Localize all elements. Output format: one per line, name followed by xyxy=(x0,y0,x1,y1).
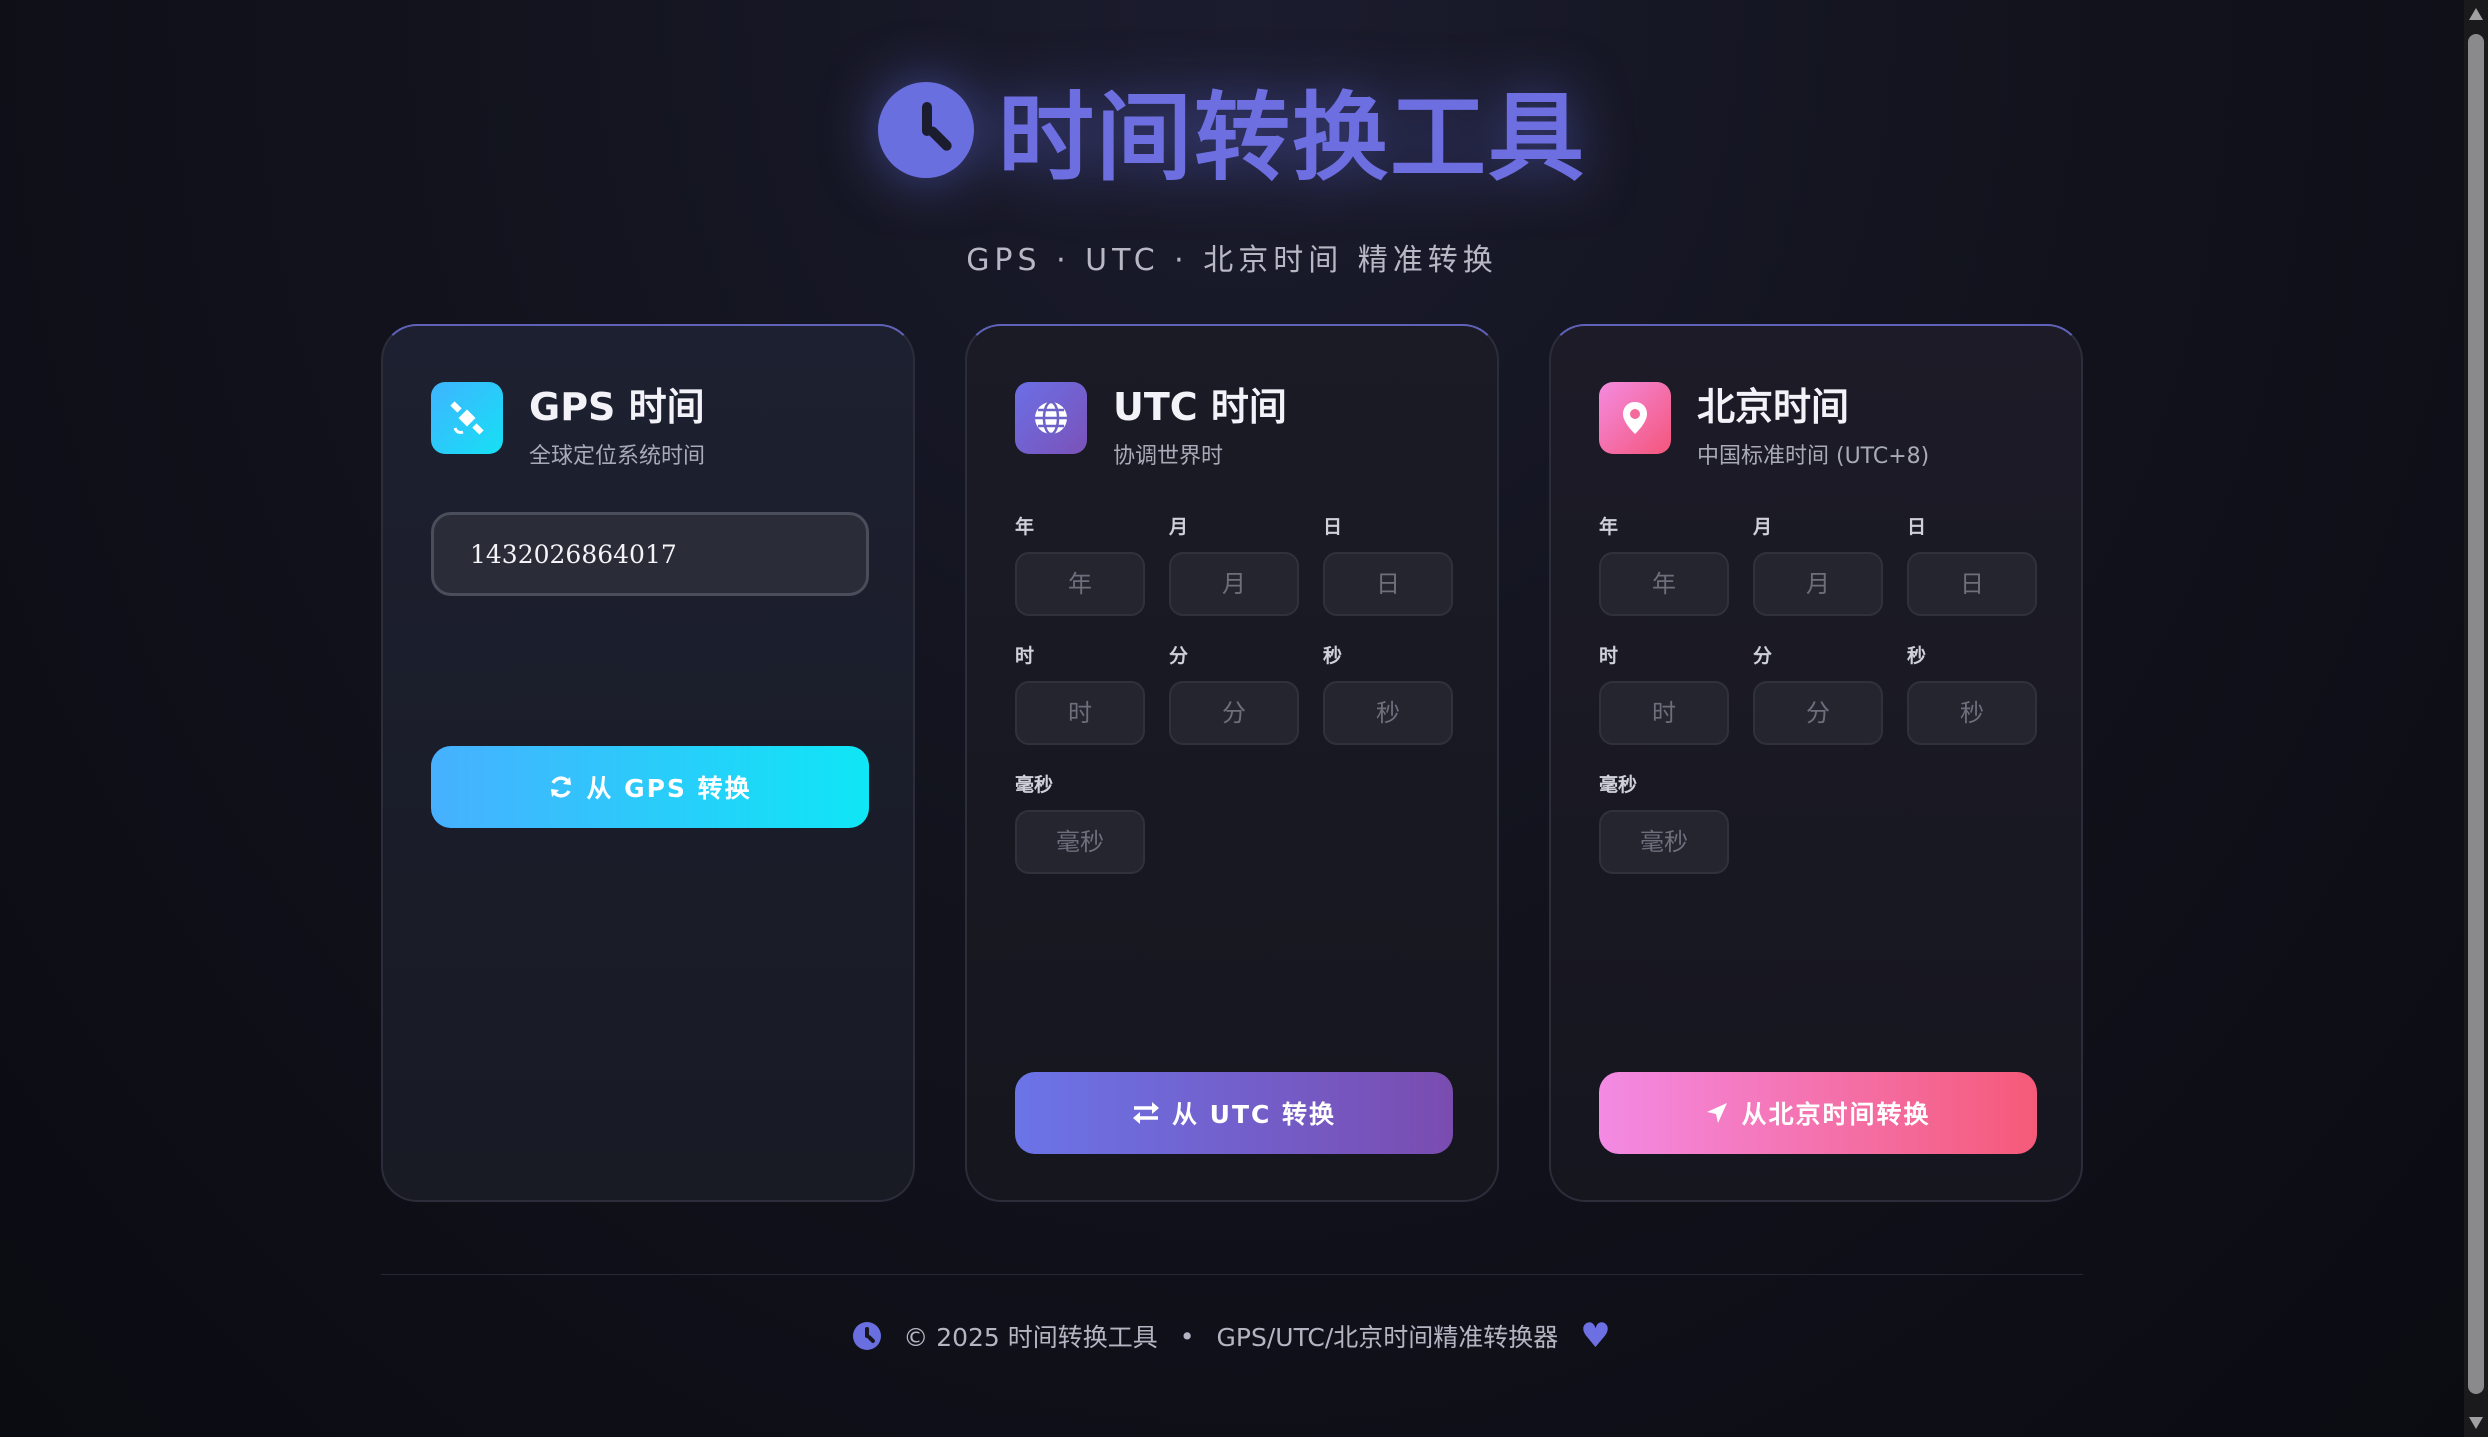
utc-ms-label: 毫秒 xyxy=(1015,774,1054,796)
vertical-scrollbar[interactable] xyxy=(2464,0,2488,1437)
bj-month-input[interactable] xyxy=(1753,552,1883,616)
utc-second-label: 秒 xyxy=(1323,645,1343,667)
convert-from-gps-label: 从 GPS 转换 xyxy=(586,774,752,803)
gps-card-title: GPS 时间 xyxy=(529,385,705,429)
satellite-icon xyxy=(431,382,503,454)
bj-ms-label: 毫秒 xyxy=(1599,774,1638,796)
utc-day-label: 日 xyxy=(1323,516,1343,538)
swap-arrows-icon xyxy=(1132,1102,1159,1124)
globe-icon xyxy=(1015,382,1087,454)
convert-from-gps-button[interactable]: 从 GPS 转换 xyxy=(431,746,869,828)
bj-second-label: 秒 xyxy=(1907,645,1927,667)
gps-time-input[interactable] xyxy=(431,512,869,596)
beijing-card-title: 北京时间 xyxy=(1697,385,1850,429)
bj-day-label: 日 xyxy=(1907,516,1927,538)
utc-year-input[interactable] xyxy=(1015,552,1145,616)
bj-hour-input[interactable] xyxy=(1599,681,1729,745)
gps-card: GPS 时间 全球定位系统时间 从 GPS 转换 xyxy=(381,324,915,1202)
utc-minute-label: 分 xyxy=(1169,645,1189,667)
bj-month-label: 月 xyxy=(1753,516,1773,538)
utc-month-input[interactable] xyxy=(1169,552,1299,616)
bj-day-input[interactable] xyxy=(1907,552,2037,616)
footer-clock-icon xyxy=(853,1322,882,1350)
utc-second-input[interactable] xyxy=(1323,681,1453,745)
footer-tagline: GPS/UTC/北京时间精准转换器 xyxy=(1216,1323,1559,1352)
bj-year-label: 年 xyxy=(1599,516,1619,538)
utc-hour-label: 时 xyxy=(1015,645,1035,667)
utc-day-input[interactable] xyxy=(1323,552,1453,616)
beijing-card-subtitle: 中国标准时间 (UTC+8) xyxy=(1697,444,1930,469)
gps-card-header: GPS 时间 全球定位系统时间 xyxy=(431,382,705,470)
scroll-down-arrow-icon[interactable] xyxy=(2469,1417,2483,1429)
page-subtitle: GPS · UTC · 北京时间 精准转换 xyxy=(966,243,1498,278)
utc-card-header: UTC 时间 协调世界时 xyxy=(1015,382,1287,470)
page-header: 时间转换工具 GPS · UTC · 北京时间 精准转换 xyxy=(0,60,2464,279)
bj-year-input[interactable] xyxy=(1599,552,1729,616)
beijing-card: 北京时间 中国标准时间 (UTC+8) 年 月 日 时 分 秒 毫秒 从北京时间… xyxy=(1549,324,2083,1202)
utc-minute-input[interactable] xyxy=(1169,681,1299,745)
gps-card-subtitle: 全球定位系统时间 xyxy=(529,444,706,469)
footer-copyright: © 2025 时间转换工具 xyxy=(903,1323,1158,1352)
location-arrow-icon xyxy=(1707,1103,1728,1123)
utc-year-label: 年 xyxy=(1015,516,1035,538)
footer-divider xyxy=(381,1274,2083,1275)
scrollbar-thumb[interactable] xyxy=(2468,34,2484,1394)
map-pin-icon xyxy=(1599,382,1671,454)
bj-hour-label: 时 xyxy=(1599,645,1619,667)
page-footer: © 2025 时间转换工具 • GPS/UTC/北京时间精准转换器 ♥ xyxy=(0,1318,2464,1356)
clock-icon xyxy=(878,81,974,178)
convert-from-beijing-label: 从北京时间转换 xyxy=(1741,1100,1931,1129)
footer-separator: • xyxy=(1179,1321,1195,1351)
heart-icon: ♥ xyxy=(1580,1316,1611,1356)
bj-minute-input[interactable] xyxy=(1753,681,1883,745)
page-title: 时间转换工具 xyxy=(998,82,1586,194)
utc-hour-input[interactable] xyxy=(1015,681,1145,745)
utc-month-label: 月 xyxy=(1169,516,1189,538)
beijing-card-header: 北京时间 中国标准时间 (UTC+8) xyxy=(1599,382,1929,470)
scroll-up-arrow-icon[interactable] xyxy=(2469,8,2483,20)
utc-ms-input[interactable] xyxy=(1015,810,1145,874)
bj-second-input[interactable] xyxy=(1907,681,2037,745)
bj-ms-input[interactable] xyxy=(1599,810,1729,874)
bj-minute-label: 分 xyxy=(1753,645,1773,667)
convert-from-utc-button[interactable]: 从 UTC 转换 xyxy=(1015,1072,1453,1154)
utc-card-title: UTC 时间 xyxy=(1113,385,1287,429)
convert-from-beijing-button[interactable]: 从北京时间转换 xyxy=(1599,1072,2037,1154)
utc-card: UTC 时间 协调世界时 年 月 日 时 分 秒 毫秒 从 UTC 转换 xyxy=(965,324,1499,1202)
convert-from-utc-label: 从 UTC 转换 xyxy=(1171,1100,1337,1129)
refresh-icon xyxy=(551,776,572,798)
title-row: 时间转换工具 xyxy=(878,60,1586,199)
utc-card-subtitle: 协调世界时 xyxy=(1113,444,1224,469)
